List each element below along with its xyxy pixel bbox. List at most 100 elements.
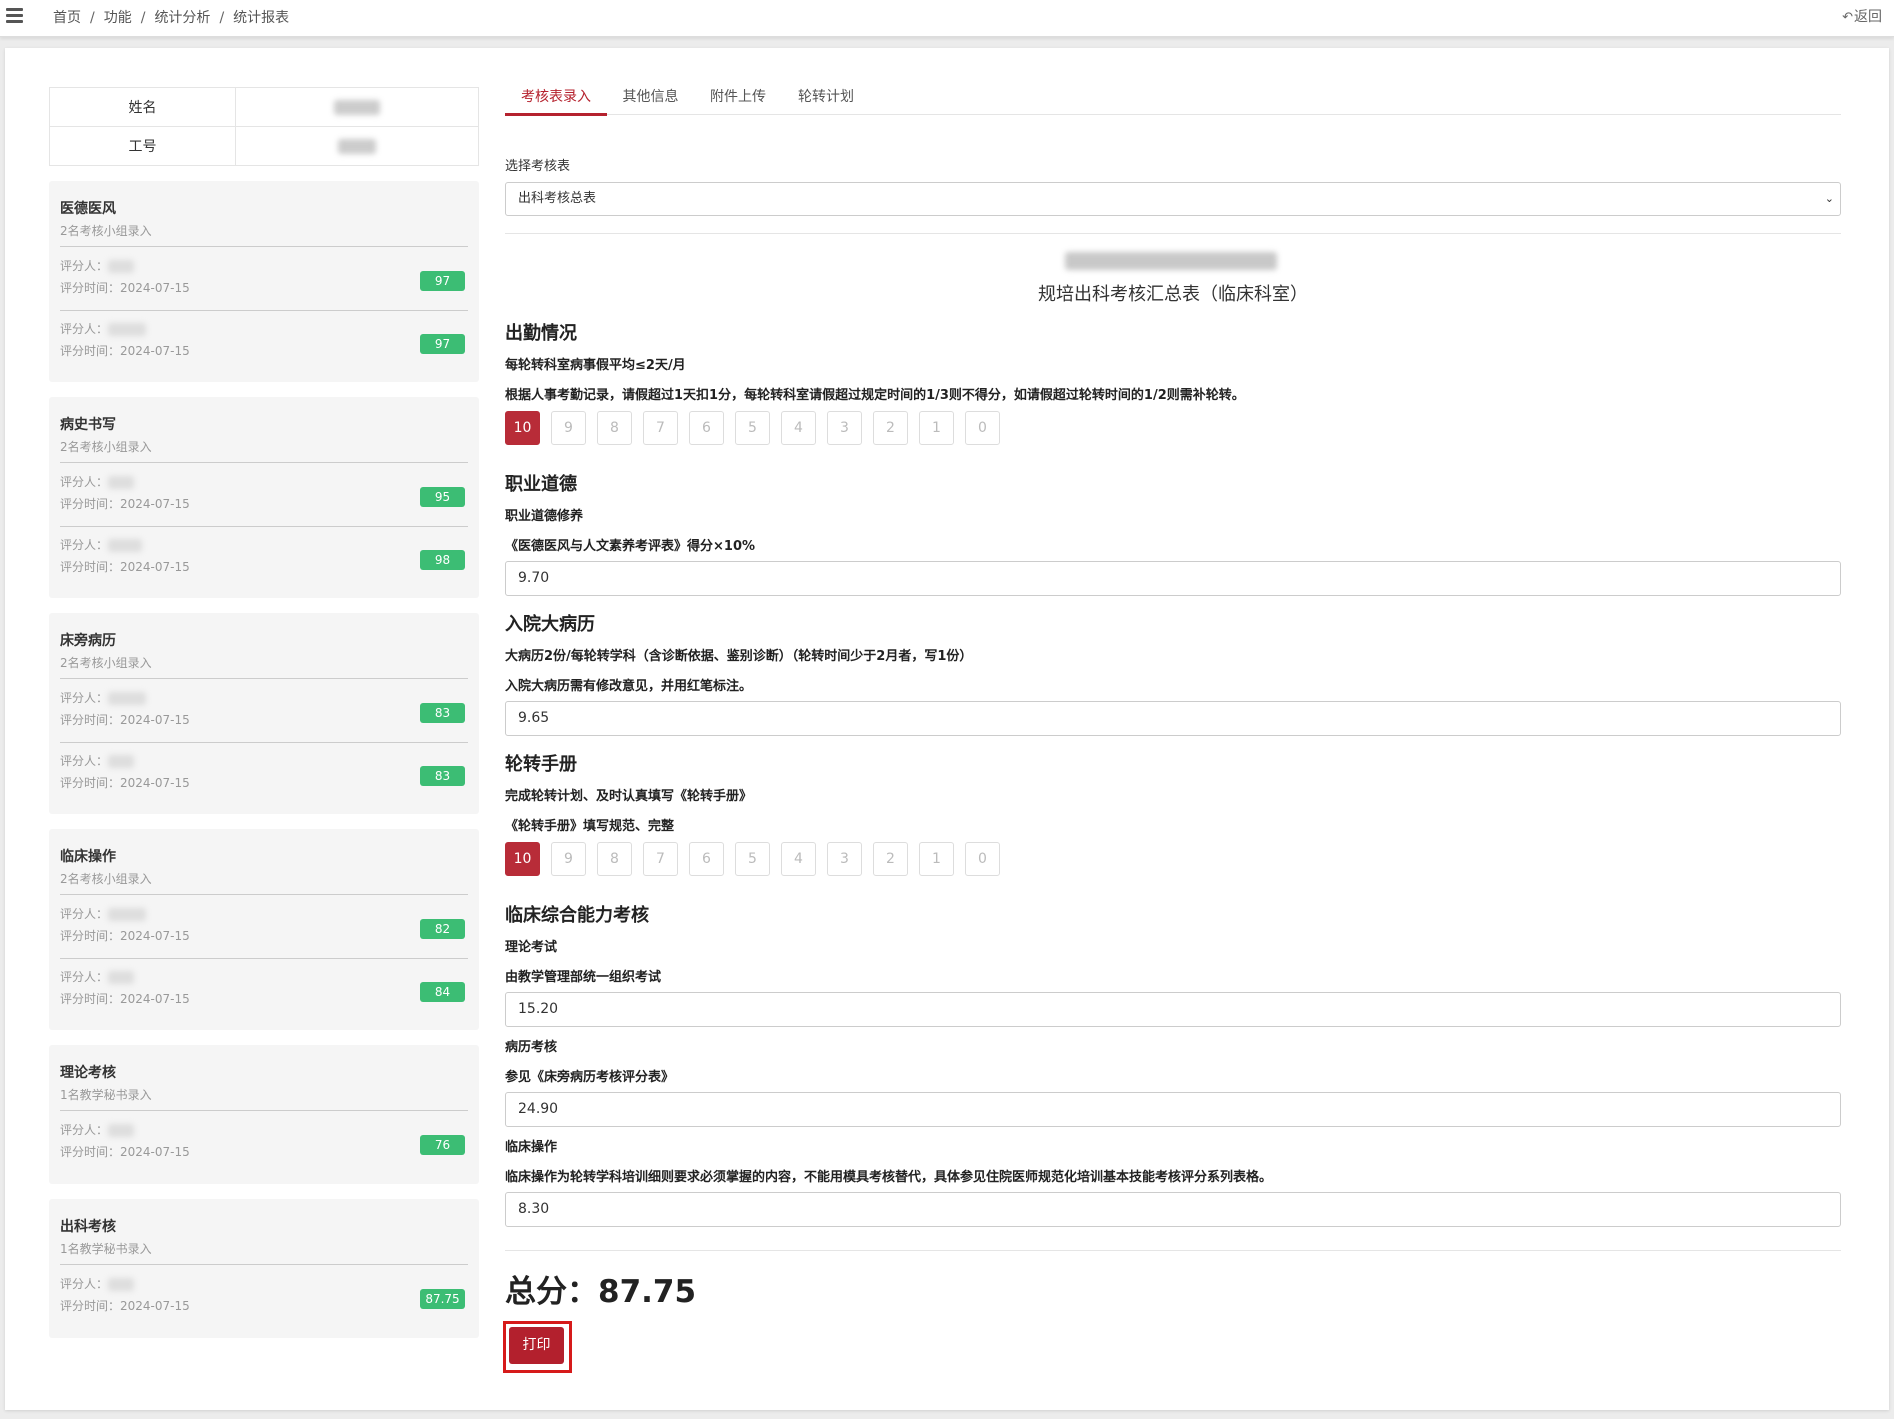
redacted-rater xyxy=(108,971,135,984)
tab-rotation-plan[interactable]: 轮转计划 xyxy=(782,78,870,114)
rating-time: 评分时间：2024-07-15 xyxy=(60,281,190,295)
card-title: 理论考核 xyxy=(60,1065,116,1081)
score-option-9[interactable]: 9 xyxy=(551,411,586,445)
tab-label: 其他信息 xyxy=(622,89,679,105)
operation-score-input[interactable]: 8.30 xyxy=(505,1192,1841,1227)
tab-other-info[interactable]: 其他信息 xyxy=(607,78,694,114)
breadcrumb-separator: / xyxy=(140,10,146,26)
rating-time: 评分时间：2024-07-15 xyxy=(60,992,190,1006)
form-select[interactable]: 出科考核总表 ⌄ xyxy=(505,182,1841,216)
score-option-5[interactable]: 5 xyxy=(735,842,770,876)
score-option-1[interactable]: 1 xyxy=(919,842,954,876)
section-heading-handbook: 轮转手册 xyxy=(505,754,577,775)
rater-label: 评分人： xyxy=(60,691,109,705)
score-option-0[interactable]: 0 xyxy=(965,842,1000,876)
card-title: 医德医风 xyxy=(60,201,116,217)
redacted-name xyxy=(334,99,380,115)
rater-line: 评分人： xyxy=(60,320,147,337)
score-badge: 82 xyxy=(420,919,465,939)
redacted-rater xyxy=(108,755,135,768)
record-score-input[interactable]: 9.65 xyxy=(505,701,1841,736)
card-subtitle: 1名教学秘书录入 xyxy=(60,1088,152,1102)
rater-entry: 评分人： 评分时间：2024-07-15 83 xyxy=(60,679,468,743)
score-option-8[interactable]: 8 xyxy=(597,411,632,445)
rater-label: 评分人： xyxy=(60,322,109,336)
card-subtitle: 2名考核小组录入 xyxy=(60,872,152,886)
score-badge: 95 xyxy=(420,487,465,507)
score-badge: 83 xyxy=(420,703,465,723)
tab-form-entry[interactable]: 考核表录入 xyxy=(505,78,607,116)
card-title: 临床操作 xyxy=(60,849,116,865)
operation-desc: 临床操作为轮转学科培训细则要求必须掌握的内容，不能用模具考核替代，具体参见住院医… xyxy=(505,1170,1273,1185)
tab-label: 轮转计划 xyxy=(798,89,854,105)
rater-entry: 评分人： 评分时间：2024-07-15 97 xyxy=(60,247,468,311)
rating-time: 评分时间：2024-07-15 xyxy=(60,560,190,574)
form-title: 规培出科考核汇总表（临床科室） xyxy=(1038,284,1308,305)
name-value xyxy=(235,87,479,127)
card-title: 床旁病历 xyxy=(60,633,116,649)
card-subtitle: 2名考核小组录入 xyxy=(60,656,152,670)
score-option-0[interactable]: 0 xyxy=(965,411,1000,445)
score-option-5[interactable]: 5 xyxy=(735,411,770,445)
score-option-9[interactable]: 9 xyxy=(551,842,586,876)
breadcrumb-statistics[interactable]: 统计分析 xyxy=(154,10,210,26)
score-option-7[interactable]: 7 xyxy=(643,411,678,445)
breadcrumb-home[interactable]: 首页 xyxy=(53,10,81,26)
redacted-text xyxy=(1065,251,1277,270)
student-name-row: 姓名 xyxy=(49,87,479,127)
breadcrumb-features[interactable]: 功能 xyxy=(104,10,132,26)
score-badge: 97 xyxy=(420,271,465,291)
name-label: 姓名 xyxy=(49,87,236,127)
score-option-2[interactable]: 2 xyxy=(873,842,908,876)
redacted-id xyxy=(338,138,376,154)
divider xyxy=(505,1250,1841,1251)
score-option-7[interactable]: 7 xyxy=(643,842,678,876)
theory-score-input[interactable]: 15.20 xyxy=(505,992,1841,1027)
hamburger-menu-icon[interactable] xyxy=(6,8,23,23)
rater-entry: 评分人： 评分时间：2024-07-15 95 xyxy=(60,463,468,527)
score-option-6[interactable]: 6 xyxy=(689,842,724,876)
attendance-desc: 根据人事考勤记录，请假超过1天扣1分，每轮转科室请假超过规定时间的1/3则不得分… xyxy=(505,388,1245,403)
score-badge: 87.75 xyxy=(420,1289,465,1309)
rater-entry: 评分人： 评分时间：2024-07-15 97 xyxy=(60,310,468,373)
score-option-8[interactable]: 8 xyxy=(597,842,632,876)
score-option-2[interactable]: 2 xyxy=(873,411,908,445)
redacted-rater xyxy=(108,692,147,705)
rater-label: 评分人： xyxy=(60,259,109,273)
redacted-rater xyxy=(108,1278,135,1291)
card-title: 出科考核 xyxy=(60,1219,116,1235)
operation-item: 临床操作 xyxy=(505,1140,558,1155)
total-score: 总分：87.75 xyxy=(505,1274,697,1310)
score-option-10[interactable]: 10 xyxy=(505,411,540,445)
score-option-3[interactable]: 3 xyxy=(827,842,862,876)
record-desc: 入院大病历需有修改意见，并用红笔标注。 xyxy=(505,679,753,694)
score-badge: 97 xyxy=(420,334,465,354)
rater-label: 评分人： xyxy=(60,907,109,921)
score-badge: 98 xyxy=(420,550,465,570)
score-card-clinical-operation: 临床操作 2名考核小组录入 评分人： 评分时间：2024-07-15 82 评分… xyxy=(49,829,479,1030)
score-option-4[interactable]: 4 xyxy=(781,411,816,445)
select-form-label: 选择考核表 xyxy=(505,159,571,174)
rater-label: 评分人： xyxy=(60,538,109,552)
section-heading-clinical-competence: 临床综合能力考核 xyxy=(505,905,649,926)
score-card-theory: 理论考核 1名教学秘书录入 评分人： 评分时间：2024-07-15 76 xyxy=(49,1045,479,1184)
rater-line: 评分人： xyxy=(60,905,147,922)
ethics-score-input[interactable]: 9.70 xyxy=(505,561,1841,596)
score-card-ethics: 医德医风 2名考核小组录入 评分人： 评分时间：2024-07-15 97 评分… xyxy=(49,181,479,382)
score-card-final-exam: 出科考核 1名教学秘书录入 评分人： 评分时间：2024-07-15 87.75 xyxy=(49,1199,479,1338)
score-option-1[interactable]: 1 xyxy=(919,411,954,445)
rater-entry: 评分人： 评分时间：2024-07-15 87.75 xyxy=(60,1265,468,1328)
tab-attachments[interactable]: 附件上传 xyxy=(694,78,782,114)
card-title: 病史书写 xyxy=(60,417,116,433)
case-score-input[interactable]: 24.90 xyxy=(505,1092,1841,1127)
rating-time: 评分时间：2024-07-15 xyxy=(60,929,190,943)
section-heading-attendance: 出勤情况 xyxy=(505,323,577,344)
score-option-4[interactable]: 4 xyxy=(781,842,816,876)
score-option-6[interactable]: 6 xyxy=(689,411,724,445)
card-subtitle: 2名考核小组录入 xyxy=(60,224,152,238)
print-button[interactable]: 打印 xyxy=(509,1327,564,1364)
back-button[interactable]: ↶返回 xyxy=(1842,6,1882,26)
redacted-hospital-name xyxy=(1065,250,1277,272)
score-option-10[interactable]: 10 xyxy=(505,842,540,876)
score-option-3[interactable]: 3 xyxy=(827,411,862,445)
